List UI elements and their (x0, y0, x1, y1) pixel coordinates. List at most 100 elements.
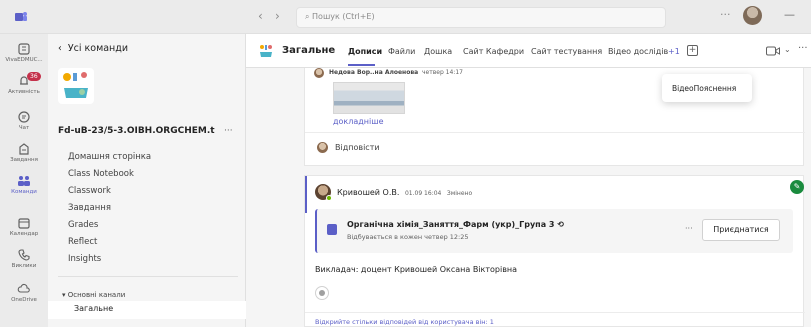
app-rail: VivaEDMUC... 36 Активність Чат Завдання … (0, 34, 48, 327)
calendar-icon (18, 218, 30, 229)
video-camera-icon[interactable] (766, 46, 780, 56)
more-options-icon[interactable]: ··· (720, 8, 731, 21)
rail-item-assignments[interactable]: Завдання (0, 142, 48, 163)
nav-link-insights[interactable]: Insights (68, 254, 101, 264)
tab-department-site[interactable]: Сайт Кафедри (463, 47, 524, 56)
forward-arrow-icon[interactable]: › (275, 9, 280, 23)
rail-item-viva[interactable]: VivaEDMUC... (0, 42, 48, 63)
post-author: Недова Вор..на Алоенова четвер 14:17 (329, 69, 463, 76)
minimize-icon[interactable]: — (784, 8, 795, 21)
nav-link-classwork[interactable]: Classwork (68, 186, 111, 196)
posts-feed: Недова Вор..на Алоенова четвер 14:17 док… (246, 68, 811, 327)
tab-experiment-videos[interactable]: Відео дослідів (608, 47, 668, 56)
teams-icon (18, 176, 30, 186)
rail-item-calls[interactable]: Виклики (0, 248, 48, 269)
rail-label: OneDrive (11, 297, 37, 303)
chevron-left-icon: ‹ (58, 43, 68, 54)
reply-button[interactable]: Відповісти (335, 143, 380, 152)
channel-label: Загальне (74, 304, 114, 313)
tab-overflow-menu: ВідеоПояснення (662, 74, 752, 102)
add-tab-button[interactable]: + (687, 45, 698, 56)
chevron-down-icon[interactable]: ⌄ (784, 45, 791, 54)
author-name: Недова Вор..на Алоенова (329, 69, 419, 76)
main-channels-section[interactable]: ▾ Основні канали (62, 291, 125, 299)
rail-item-teams[interactable]: Команди (0, 174, 48, 195)
rail-item-calendar[interactable]: Календар (0, 216, 48, 237)
nav-link-class-notebook[interactable]: Class Notebook (68, 169, 134, 179)
rail-label: Активність (8, 89, 40, 95)
book-icon (18, 43, 30, 55)
avatar (314, 68, 324, 78)
channel-item-general[interactable]: Загальне (48, 301, 246, 319)
back-arrow-icon[interactable]: ‹ (258, 9, 263, 23)
menu-item-video-explanation[interactable]: ВідеоПояснення (672, 84, 736, 93)
meeting-schedule: Відбувається в кожен четвер 12:25 (347, 233, 469, 241)
team-name: Fd-uB-23/5-3.OIBH.ORGCHEM.t (58, 126, 215, 136)
post-time: четвер 14:17 (422, 69, 463, 76)
team-logo-icon (58, 68, 94, 104)
tabs-overflow[interactable]: +1 (668, 47, 680, 56)
cloud-icon (17, 283, 30, 293)
rail-label: Календар (9, 231, 39, 237)
nav-link-reflect[interactable]: Reflect (68, 237, 97, 247)
channel-header: Загальне Дописи Файли Дошка Сайт Кафедри… (246, 34, 811, 68)
reply-avatar (317, 142, 328, 153)
tab-files[interactable]: Файли (388, 47, 415, 56)
chat-icon (18, 111, 30, 123)
tab-board[interactable]: Дошка (424, 47, 452, 56)
join-button[interactable]: Приєднатися (702, 219, 780, 241)
divider (58, 276, 238, 277)
activity-badge: 36 (27, 72, 41, 81)
recurring-icon: ⟲ (557, 220, 564, 229)
rail-label: Команди (11, 189, 37, 195)
rail-label: Завдання (10, 157, 38, 163)
calendar-icon (327, 224, 337, 235)
title-bar: ‹ › ⌕ Пошук (Ctrl+E) ··· — (0, 0, 811, 34)
rail-item-chat[interactable]: Чат (0, 110, 48, 131)
attachment-thumbnail[interactable] (333, 82, 405, 114)
presence-available-icon (326, 195, 332, 201)
rail-label: VivaEDMUC... (5, 57, 43, 63)
all-teams-back[interactable]: ‹ Усі команди (58, 43, 128, 54)
meeting-card[interactable]: Органічна хімія_Заняття_Фарм (укр)_Група… (315, 209, 793, 253)
meeting-more-icon[interactable]: ··· (685, 224, 693, 233)
new-post-icon[interactable]: ✎ (790, 180, 804, 194)
meeting-title: Органічна хімія_Заняття_Фарм (укр)_Група… (347, 220, 564, 229)
divider (305, 132, 805, 133)
search-input[interactable]: ⌕ Пошук (Ctrl+E) (296, 7, 666, 28)
meeting-title-text: Органічна хімія_Заняття_Фарм (укр)_Група… (347, 220, 555, 229)
teams-logo-icon (15, 12, 27, 21)
nav-link-grades[interactable]: Grades (68, 220, 98, 230)
nav-link-assignments[interactable]: Завдання (68, 203, 111, 213)
user-avatar[interactable] (743, 6, 762, 25)
post-accent-bar (305, 176, 307, 213)
post-date: 01.09 16:04 (404, 190, 442, 197)
phone-icon (18, 249, 30, 261)
active-tab-indicator (348, 64, 375, 66)
rail-item-onedrive[interactable]: OneDrive (0, 282, 48, 303)
search-icon: ⌕ (305, 12, 310, 21)
search-placeholder: Пошук (Ctrl+E) (312, 12, 375, 21)
open-replies-link[interactable]: Відкрийте стільки відповідей від користу… (315, 318, 494, 326)
all-teams-label: Усі команди (67, 43, 129, 54)
divider (305, 312, 805, 313)
tab-posts[interactable]: Дописи (348, 47, 382, 56)
add-reaction-icon[interactable] (315, 286, 329, 300)
tab-testing-site[interactable]: Сайт тестування (531, 47, 602, 56)
see-more-link[interactable]: докладніше (333, 117, 384, 126)
author-name: Кривошей О.В. (337, 188, 400, 197)
post-body: Викладач: доцент Кривошей Оксана Вікторі… (315, 265, 518, 274)
post-author: Кривошей О.В. 01.09 16:04 Змінено (337, 188, 472, 197)
post-card: Кривошей О.В. 01.09 16:04 Змінено Органі… (304, 175, 805, 327)
rail-label: Виклики (11, 263, 37, 269)
channel-title: Загальне (282, 45, 336, 56)
nav-link-home[interactable]: Домашня сторінка (68, 152, 151, 162)
team-logo-small-icon (260, 45, 272, 57)
rail-item-activity[interactable]: 36 Активність (0, 72, 48, 95)
channel-panel: ‹ Усі команди Fd-uB-23/5-3.OIBH.ORGCHEM.… (48, 34, 246, 327)
rail-label: Чат (18, 125, 30, 131)
team-more-icon[interactable]: ··· (224, 126, 233, 136)
assignments-icon (19, 143, 29, 155)
more-options-icon[interactable]: ··· (798, 43, 808, 54)
section-label: Основні канали (67, 291, 126, 299)
